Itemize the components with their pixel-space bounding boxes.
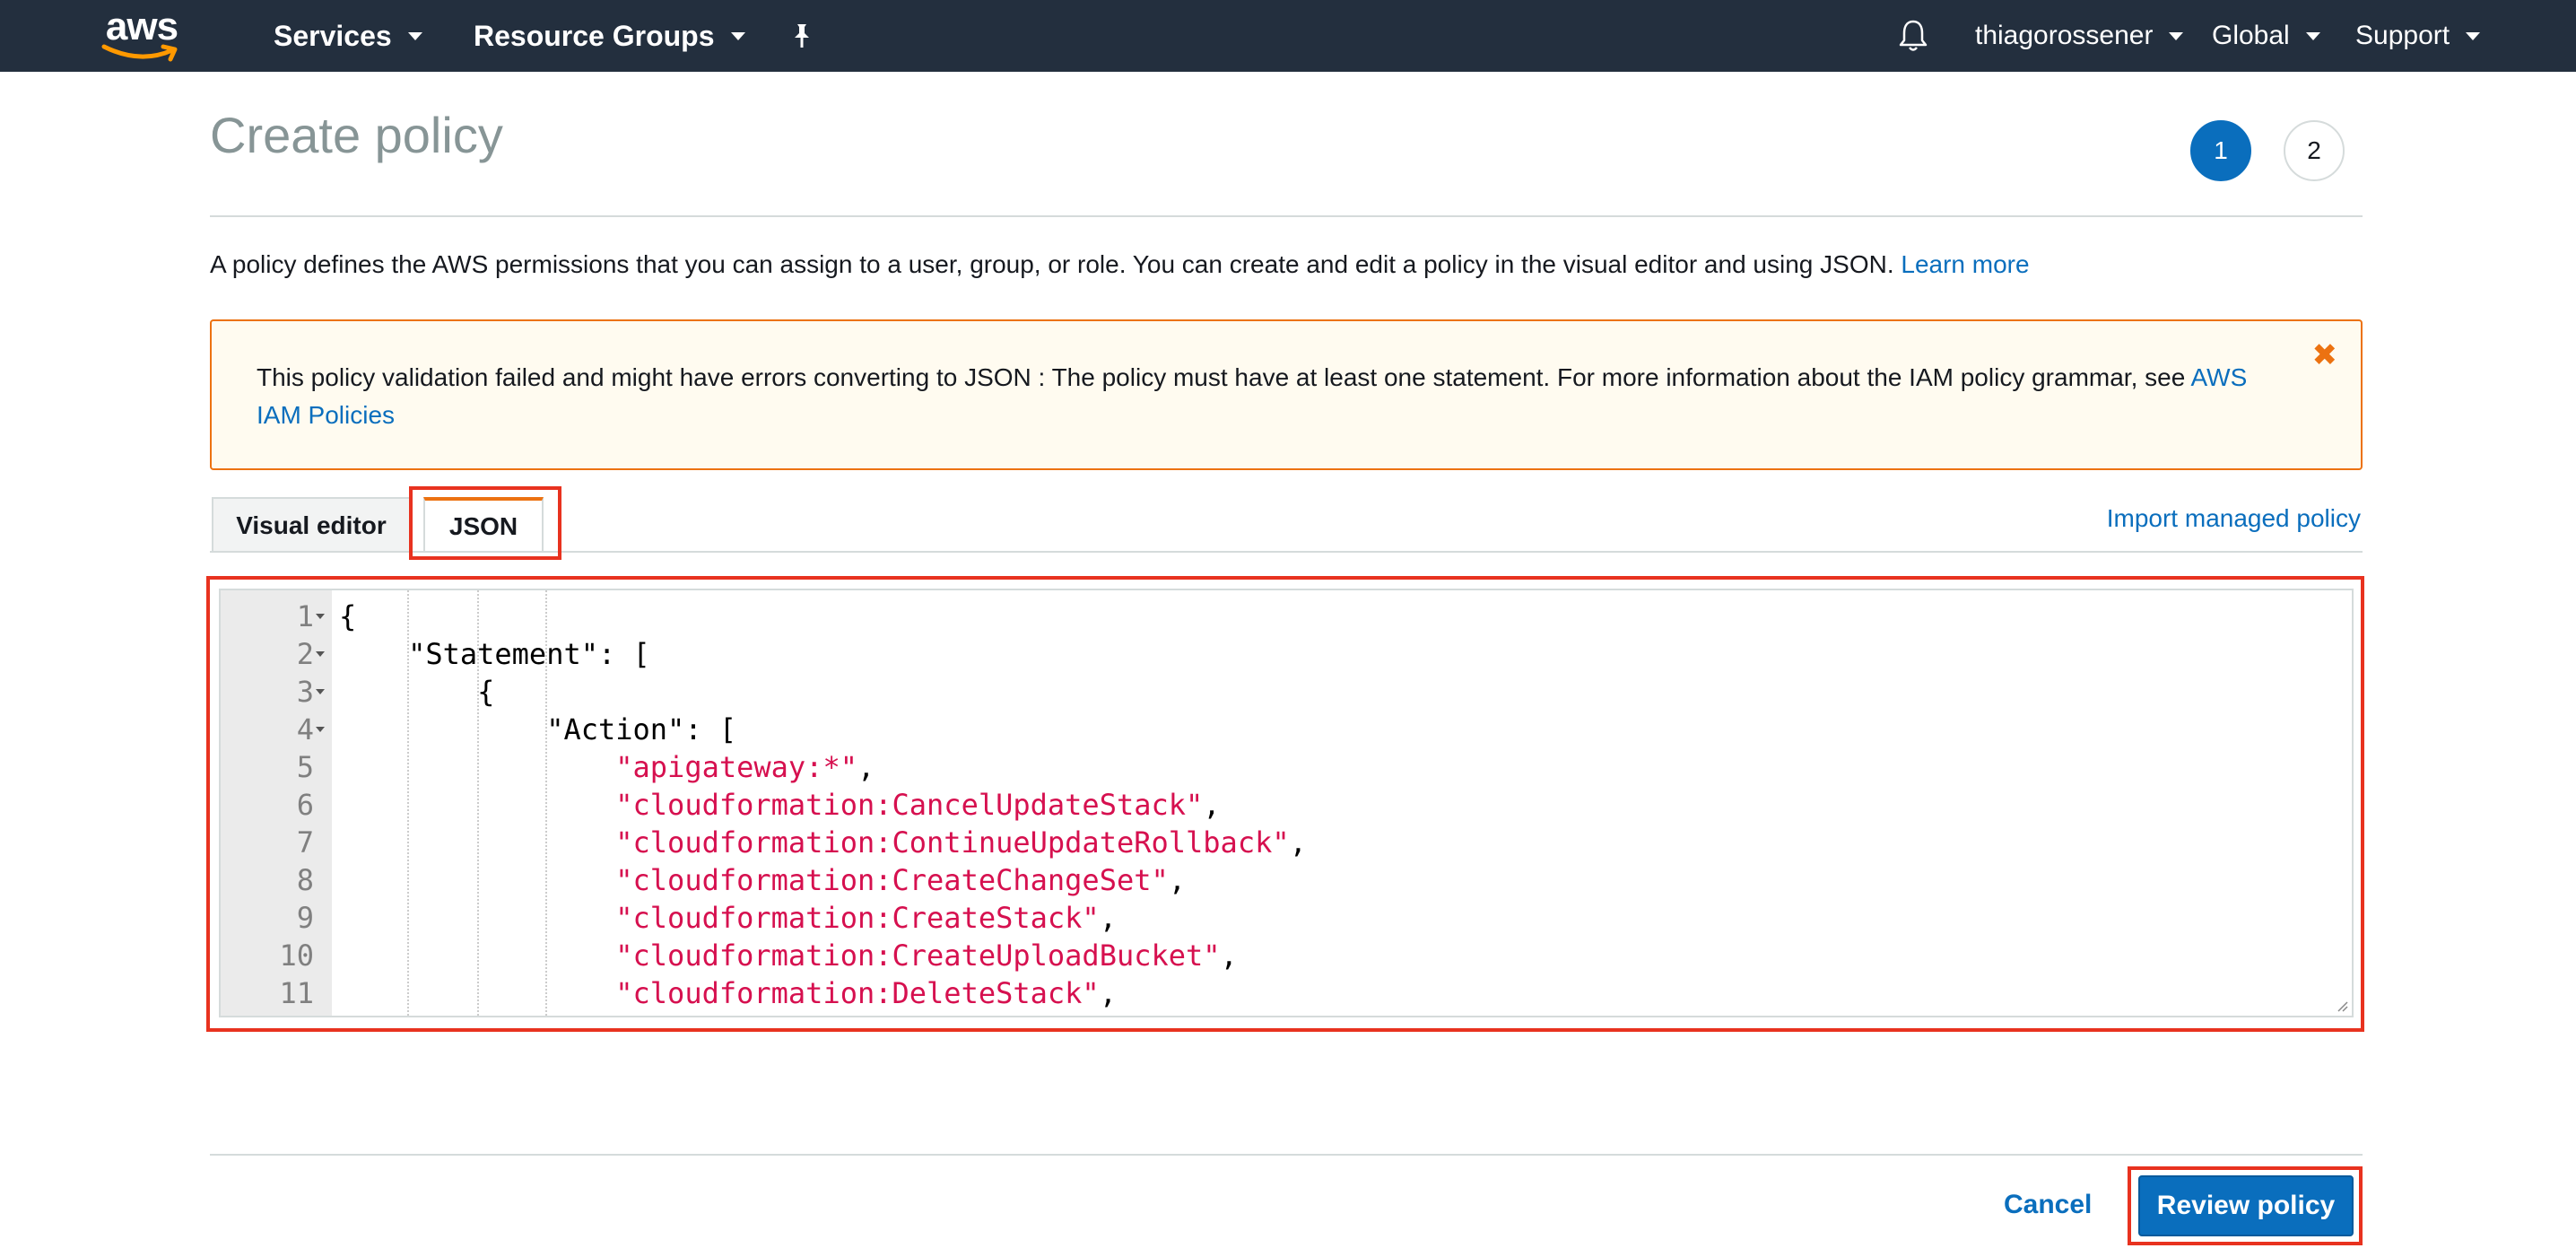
learn-more-link[interactable]: Learn more xyxy=(1901,250,2029,278)
line-number: 1 xyxy=(296,599,314,633)
services-menu-label: Services xyxy=(274,19,392,52)
json-policy-editor[interactable]: 1 { 2 "Statement": [ 3 { 4 "Action": [ 5… xyxy=(219,589,2354,1017)
code-line: 9 "cloudformation:CreateStack", xyxy=(221,899,2352,937)
line-number: 8 xyxy=(296,863,314,897)
import-managed-policy-link[interactable]: Import managed policy xyxy=(2107,504,2361,533)
fold-arrow-icon[interactable] xyxy=(316,614,325,619)
chevron-down-icon xyxy=(730,31,745,40)
code-text: "cloudformation:CancelUpdateStack", xyxy=(615,788,1221,822)
code-string: "cloudformation:CreateUploadBucket" xyxy=(615,938,1221,973)
alert-message-text: This policy validation failed and might … xyxy=(257,363,2186,391)
line-number: 2 xyxy=(296,637,314,671)
support-menu[interactable]: Support xyxy=(2355,0,2481,72)
line-number: 6 xyxy=(296,788,314,822)
line-number: 4 xyxy=(296,712,314,746)
code-text: "Statement": [ xyxy=(339,637,650,671)
code-line: 3 { xyxy=(221,673,2352,711)
resize-handle-icon[interactable] xyxy=(2334,998,2348,1012)
alert-message: This policy validation failed and might … xyxy=(257,359,2266,434)
line-number: 3 xyxy=(296,675,314,709)
chevron-down-icon xyxy=(2169,31,2184,40)
chevron-down-icon xyxy=(2305,31,2320,40)
code-line: 11 "cloudformation:DeleteStack", xyxy=(221,974,2352,1012)
code-text: "apigateway:*", xyxy=(615,750,875,784)
resource-groups-menu[interactable]: Resource Groups xyxy=(474,0,745,72)
line-number: 10 xyxy=(279,938,314,973)
line-number: 9 xyxy=(296,901,314,935)
code-line: 5 "apigateway:*", xyxy=(221,748,2352,786)
support-label: Support xyxy=(2355,21,2450,50)
code-line: 2 "Statement": [ xyxy=(221,635,2352,673)
code-text: "cloudformation:DeleteStack", xyxy=(615,976,1117,1010)
top-navigation-bar: aws Services Resource Groups thiagorosse… xyxy=(0,0,2576,72)
region-label: Global xyxy=(2212,21,2290,50)
policy-description: A policy defines the AWS permissions tha… xyxy=(210,249,2030,280)
page-title: Create policy xyxy=(210,107,503,163)
code-line: 1 { xyxy=(221,598,2352,635)
code-text: { xyxy=(339,675,495,709)
code-text: "cloudformation:CreateUploadBucket", xyxy=(615,938,1238,973)
bell-icon[interactable] xyxy=(1898,0,1928,72)
code-string: "cloudformation:CreateStack" xyxy=(615,901,1100,935)
footer-divider xyxy=(210,1154,2363,1156)
chevron-down-icon xyxy=(407,31,422,40)
code-line: 4 "Action": [ xyxy=(221,711,2352,748)
line-number: 11 xyxy=(279,976,314,1010)
code-text: "cloudformation:CreateStack", xyxy=(615,901,1117,935)
step-indicator-1: 1 xyxy=(2190,120,2251,181)
fold-arrow-icon[interactable] xyxy=(316,689,325,694)
fold-arrow-icon[interactable] xyxy=(316,727,325,732)
fold-arrow-icon[interactable] xyxy=(316,651,325,657)
tabs-divider xyxy=(210,551,2363,553)
code-line: 7 "cloudformation:ContinueUpdateRollback… xyxy=(221,824,2352,861)
tab-json[interactable]: JSON xyxy=(423,497,544,553)
code-string: "apigateway:*" xyxy=(615,750,857,784)
tab-visual-editor[interactable]: Visual editor xyxy=(212,497,411,553)
pushpin-icon[interactable] xyxy=(789,0,814,72)
chevron-down-icon xyxy=(2466,31,2481,40)
code-line: 6 "cloudformation:CancelUpdateStack", xyxy=(221,786,2352,824)
step-indicator-2: 2 xyxy=(2284,120,2345,181)
header-divider xyxy=(210,215,2363,217)
code-text: "cloudformation:ContinueUpdateRollback", xyxy=(615,825,1307,860)
code-text: "Action": [ xyxy=(339,712,737,746)
review-policy-button[interactable]: Review policy xyxy=(2138,1175,2354,1236)
policy-description-text: A policy defines the AWS permissions tha… xyxy=(210,250,1894,278)
code-string: "cloudformation:CancelUpdateStack" xyxy=(615,788,1204,822)
close-icon[interactable]: ✖ xyxy=(2312,337,2338,373)
resource-groups-menu-label: Resource Groups xyxy=(474,19,715,52)
code-string: "cloudformation:CreateChangeSet" xyxy=(615,863,1169,897)
services-menu[interactable]: Services xyxy=(274,0,422,72)
aws-logo-text: aws xyxy=(105,4,178,48)
code-text: "cloudformation:CreateChangeSet", xyxy=(615,863,1187,897)
code-string: "cloudformation:ContinueUpdateRollback" xyxy=(615,825,1290,860)
code-line: 10 "cloudformation:CreateUploadBucket", xyxy=(221,937,2352,974)
validation-warning-alert: This policy validation failed and might … xyxy=(210,319,2363,470)
aws-logo[interactable]: aws xyxy=(97,7,187,63)
code-line: 8 "cloudformation:CreateChangeSet", xyxy=(221,861,2352,899)
cancel-button[interactable]: Cancel xyxy=(2004,1190,2092,1220)
region-menu[interactable]: Global xyxy=(2212,0,2320,72)
line-number: 5 xyxy=(296,750,314,784)
aws-smile-icon xyxy=(101,44,178,62)
code-text: { xyxy=(339,599,357,633)
line-number: 7 xyxy=(296,825,314,860)
code-string: "cloudformation:DeleteStack" xyxy=(615,976,1100,1010)
account-name: thiagorossener xyxy=(1975,21,2154,50)
account-menu[interactable]: thiagorossener xyxy=(1975,0,2184,72)
